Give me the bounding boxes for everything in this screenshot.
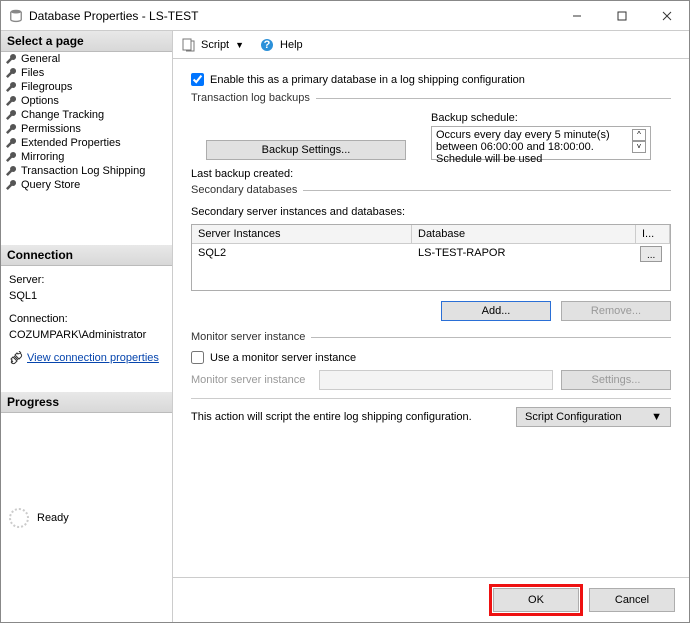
- wrench-icon: [5, 123, 17, 135]
- page-options[interactable]: Options: [1, 94, 172, 108]
- window-title: Database Properties - LS-TEST: [29, 9, 554, 23]
- remove-button[interactable]: Remove...: [561, 301, 671, 321]
- view-connection-properties[interactable]: View connection properties: [9, 350, 164, 367]
- connection-header: Connection: [1, 245, 172, 266]
- progress-status: Ready: [37, 512, 69, 524]
- svg-text:?: ?: [264, 39, 271, 51]
- cancel-button[interactable]: Cancel: [589, 588, 675, 612]
- wrench-icon: [5, 137, 17, 149]
- select-page-header: Select a page: [1, 31, 172, 52]
- connection-label: Connection:: [9, 311, 164, 328]
- enable-primary-label: Enable this as a primary database in a l…: [210, 74, 525, 86]
- page-general[interactable]: General: [1, 52, 172, 66]
- page-extended-properties[interactable]: Extended Properties: [1, 136, 172, 150]
- enable-primary-checkbox[interactable]: [191, 73, 204, 86]
- col-database[interactable]: Database: [412, 225, 636, 243]
- connection-panel: Server: SQL1 Connection: COZUMPARK\Admin…: [1, 266, 172, 373]
- titlebar: Database Properties - LS-TEST: [1, 1, 689, 31]
- table-row[interactable]: SQL2 LS-TEST-RAPOR ...: [192, 244, 670, 264]
- page-change-tracking[interactable]: Change Tracking: [1, 108, 172, 122]
- add-button[interactable]: Add...: [441, 301, 551, 321]
- wrench-icon: [5, 109, 17, 121]
- secondary-table: Server Instances Database I... SQL2 LS-T…: [191, 224, 671, 291]
- connection-value: COZUMPARK\Administrator: [9, 327, 164, 344]
- monitor-group-label: Monitor server instance: [191, 331, 305, 343]
- wrench-icon: [5, 151, 17, 163]
- txlog-group-label: Transaction log backups: [191, 92, 310, 104]
- progress-panel: Ready: [1, 413, 172, 622]
- close-button[interactable]: [644, 1, 689, 30]
- body: Select a page General Files Filegroups O…: [1, 31, 689, 622]
- script-note: This action will script the entire log s…: [191, 411, 506, 423]
- wrench-icon: [5, 53, 17, 65]
- server-label: Server:: [9, 272, 164, 289]
- server-value: SQL1: [9, 288, 164, 305]
- backup-settings-button[interactable]: Backup Settings...: [206, 140, 406, 160]
- minimize-button[interactable]: [554, 1, 599, 30]
- page-filegroups[interactable]: Filegroups: [1, 80, 172, 94]
- ellipsis-button[interactable]: ...: [640, 246, 662, 262]
- secondary-group-label: Secondary databases: [191, 184, 297, 196]
- wrench-icon: [5, 165, 17, 177]
- script-configuration-button[interactable]: Script Configuration▼: [516, 407, 671, 427]
- col-server-instances[interactable]: Server Instances: [192, 225, 412, 243]
- wrench-icon: [5, 95, 17, 107]
- page-transaction-log-shipping[interactable]: Transaction Log Shipping: [1, 164, 172, 178]
- page-mirroring[interactable]: Mirroring: [1, 150, 172, 164]
- wrench-icon: [5, 81, 17, 93]
- use-monitor-checkbox[interactable]: [191, 351, 204, 364]
- script-icon: [181, 38, 195, 52]
- help-button[interactable]: Help: [280, 39, 303, 51]
- sidebar: Select a page General Files Filegroups O…: [1, 31, 173, 622]
- monitor-instance-input: [319, 370, 553, 390]
- window: Database Properties - LS-TEST Select a p…: [0, 0, 690, 623]
- cell-server: SQL2: [192, 244, 412, 264]
- settings-button[interactable]: Settings...: [561, 370, 671, 390]
- schedule-scrollbar[interactable]: ^˅: [632, 129, 646, 153]
- toolbar: Script ▼ ? Help: [173, 31, 689, 59]
- chevron-down-icon: ▼: [651, 411, 662, 423]
- cell-database: LS-TEST-RAPOR: [412, 244, 636, 264]
- footer: OK Cancel: [173, 577, 689, 622]
- wrench-icon: [5, 179, 17, 191]
- database-icon: [9, 9, 23, 23]
- page-permissions[interactable]: Permissions: [1, 122, 172, 136]
- secondary-desc: Secondary server instances and databases…: [191, 206, 671, 218]
- monitor-instance-label: Monitor server instance: [191, 374, 311, 386]
- col-extra[interactable]: I...: [636, 225, 670, 243]
- main: Script ▼ ? Help Enable this as a primary…: [173, 31, 689, 622]
- help-icon: ?: [260, 38, 274, 52]
- use-monitor-label: Use a monitor server instance: [210, 352, 356, 364]
- backup-schedule-box: Occurs every day every 5 minute(s) betwe…: [431, 126, 651, 160]
- page-list: General Files Filegroups Options Change …: [1, 52, 172, 245]
- backup-schedule-text: Occurs every day every 5 minute(s) betwe…: [436, 129, 632, 165]
- backup-schedule-label: Backup schedule:: [431, 112, 671, 124]
- spinner-icon: [9, 508, 29, 528]
- page-query-store[interactable]: Query Store: [1, 178, 172, 192]
- last-backup-label: Last backup created:: [191, 168, 671, 180]
- chevron-down-icon[interactable]: ▼: [235, 40, 244, 50]
- page-files[interactable]: Files: [1, 66, 172, 80]
- wrench-icon: [5, 67, 17, 79]
- progress-header: Progress: [1, 392, 172, 413]
- maximize-button[interactable]: [599, 1, 644, 30]
- script-button[interactable]: Script: [201, 39, 229, 51]
- connection-icon: [9, 351, 23, 365]
- ok-button[interactable]: OK: [493, 588, 579, 612]
- content: Enable this as a primary database in a l…: [173, 59, 689, 577]
